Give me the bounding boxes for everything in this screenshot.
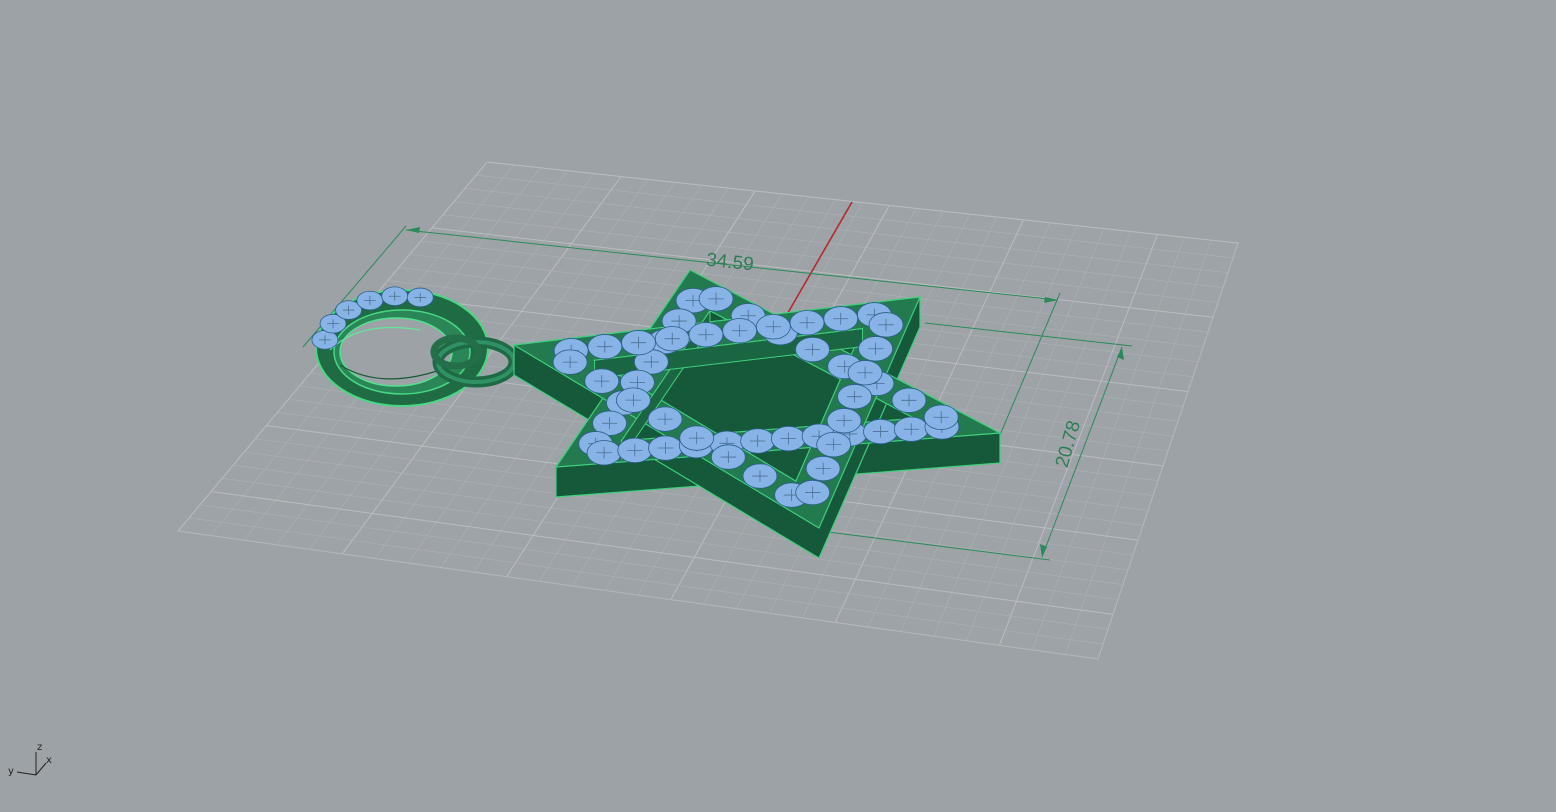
gem bbox=[587, 334, 623, 360]
x-axis-label: x bbox=[46, 755, 52, 766]
gem bbox=[826, 408, 862, 434]
gem bbox=[406, 287, 434, 308]
gem bbox=[816, 431, 852, 458]
gem bbox=[770, 425, 806, 452]
gem bbox=[356, 290, 384, 311]
gem bbox=[847, 360, 883, 386]
gem bbox=[647, 406, 683, 432]
viewport-canvas[interactable]: 34.59 20.78 z x y bbox=[0, 0, 1556, 812]
gem bbox=[617, 437, 653, 464]
axis-gizmo: z x y bbox=[8, 742, 52, 777]
gem bbox=[615, 387, 651, 413]
gem bbox=[891, 387, 927, 413]
z-axis-label: z bbox=[37, 742, 42, 753]
gem bbox=[648, 435, 683, 461]
gem bbox=[654, 326, 690, 352]
gem bbox=[795, 336, 830, 363]
gem bbox=[805, 455, 841, 482]
gem bbox=[552, 349, 588, 375]
gem bbox=[923, 404, 959, 430]
gem bbox=[893, 416, 929, 442]
gem bbox=[863, 418, 898, 445]
gem bbox=[698, 286, 734, 312]
gem bbox=[837, 384, 872, 410]
gem bbox=[621, 330, 656, 356]
gem bbox=[789, 310, 825, 336]
gem bbox=[381, 286, 409, 306]
gem bbox=[868, 312, 904, 338]
gem bbox=[755, 314, 791, 340]
y-axis-label: y bbox=[8, 766, 14, 777]
gem bbox=[740, 428, 776, 454]
gem bbox=[722, 318, 758, 344]
perspective-viewport[interactable]: 34.59 20.78 z x y bbox=[0, 0, 1556, 812]
gem bbox=[584, 368, 620, 394]
gem bbox=[586, 440, 622, 466]
gem bbox=[679, 425, 715, 451]
gem bbox=[688, 322, 724, 348]
gem bbox=[823, 306, 859, 332]
gem bbox=[710, 444, 746, 470]
gem bbox=[742, 463, 778, 489]
gem bbox=[858, 336, 893, 362]
gem bbox=[795, 479, 831, 506]
